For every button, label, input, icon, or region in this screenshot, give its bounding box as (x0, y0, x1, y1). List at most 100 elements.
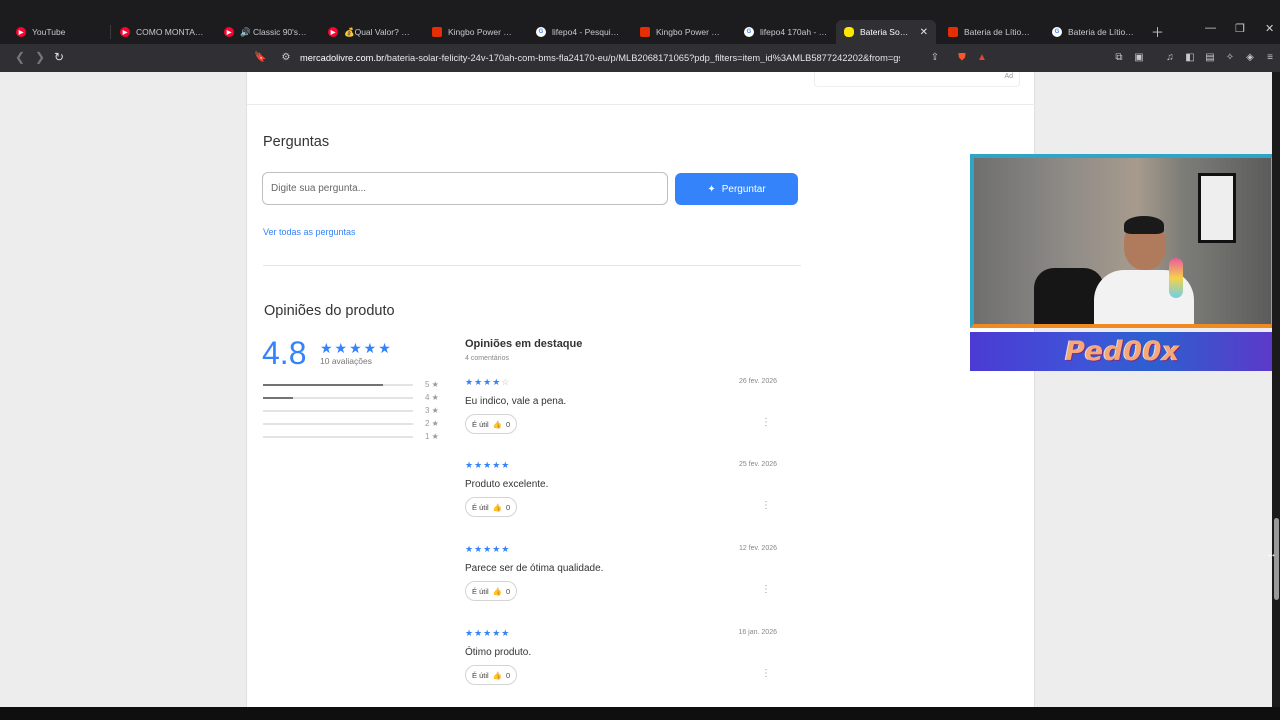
review-item: ★★★★★ 12 fev. 2026 Parece ser de ótima q… (465, 544, 777, 624)
total-reviews: 10 avaliações (320, 356, 372, 366)
useful-button[interactable]: É útil 👍 0 (465, 665, 518, 685)
google-icon: G (744, 27, 754, 37)
menu-icon[interactable]: ≡ (1264, 52, 1276, 64)
extensions-icon[interactable]: ⧉ (1113, 52, 1125, 64)
review-item: ★★★★☆ 26 fev. 2026 Eu indico, vale a pen… (465, 377, 777, 457)
forward-icon[interactable]: ❯ (35, 50, 45, 64)
tab-kingbo-24v[interactable]: Kingbo Power 24V 1 (632, 20, 732, 44)
tab-bateria-litio-1[interactable]: Bateria de Lítio Felic (940, 20, 1040, 44)
distribution-bar (263, 397, 413, 399)
wallet-icon[interactable]: ▤ (1204, 52, 1216, 64)
tab-title: Bateria Solar Lití (860, 27, 910, 37)
useful-button[interactable]: É útil 👍 0 (465, 581, 518, 601)
minimize-icon[interactable]: — (1205, 22, 1216, 34)
aliexpress-icon (432, 27, 442, 37)
aliexpress-icon (948, 27, 958, 37)
useful-button[interactable]: É útil 👍 0 (465, 414, 518, 434)
ask-question-button[interactable]: ✦ Perguntar (675, 173, 798, 205)
mouse-cursor-icon: ↔ (1266, 548, 1277, 560)
more-options-icon[interactable]: ⋮ (761, 668, 771, 679)
more-options-icon[interactable]: ⋮ (761, 417, 771, 428)
more-options-icon[interactable]: ⋮ (761, 500, 771, 511)
site-info-icon[interactable]: ⚙ (280, 52, 292, 64)
restore-icon[interactable]: ❐ (1235, 22, 1245, 35)
distribution-fill (263, 397, 293, 399)
tab-title: Kingbo Power 24V 1 (656, 27, 724, 37)
thumbs-up-icon: 👍 (492, 586, 503, 596)
divider (247, 104, 1036, 105)
tab-youtube[interactable]: ▶ YouTube (8, 20, 108, 44)
url-field[interactable]: ⚙ mercadolivre.com.br/bateria-solar-feli… (276, 47, 930, 69)
useful-button[interactable]: É útil 👍 0 (465, 497, 518, 517)
distribution-label: 4 ★ (425, 393, 439, 402)
featured-reviews-count: 4 comentários (465, 355, 509, 362)
aliexpress-icon (640, 27, 650, 37)
streamer-hair (1124, 216, 1164, 234)
tab-kingbo-12v[interactable]: Kingbo Power 12.8V (424, 20, 524, 44)
tab-title: lifepo4 - Pesquisa G (552, 27, 620, 37)
question-input[interactable] (262, 172, 668, 205)
url-path: /bateria-solar-felicity-24v-170ah-com-bm… (384, 53, 900, 63)
leo-ai-icon[interactable]: ✧ (1224, 52, 1236, 64)
distribution-label: 5 ★ (425, 380, 439, 389)
brave-shield-icon[interactable]: ⛊ (956, 52, 968, 64)
sparkle-icon: ✦ (707, 183, 716, 195)
bookmark-icon[interactable]: 🔖 (254, 52, 266, 64)
thumbs-up-icon: 👍 (492, 502, 503, 512)
youtube-icon: ▶ (224, 27, 234, 37)
tab-title: 🔊 Classic 90's-2000 (240, 26, 308, 37)
youtube-icon: ▶ (328, 27, 338, 37)
microphone (1169, 258, 1183, 298)
useful-label: É útil (472, 502, 489, 512)
back-icon[interactable]: ❮ (15, 50, 25, 64)
tab-bateria-litio-2[interactable]: G Bateria de Lítio Felic (1044, 20, 1144, 44)
review-stars-icon: ★★★★☆ (465, 377, 511, 387)
tab-divider (110, 25, 111, 39)
screenshot-icon[interactable]: ▣ (1133, 52, 1145, 64)
review-text: Produto excelente. (465, 479, 549, 490)
tab-classic-90s[interactable]: ▶ 🔊 Classic 90's-2000 (216, 20, 316, 44)
ask-question-label: Perguntar (721, 183, 766, 195)
url-text[interactable]: mercadolivre.com.br/bateria-solar-felici… (300, 53, 900, 63)
thumbs-up-icon: 👍 (492, 670, 503, 680)
new-tab-button[interactable]: ＋ (1151, 22, 1164, 41)
ad-box[interactable]: Ad (814, 72, 1020, 87)
distribution-bar (263, 423, 413, 425)
tab-lifepo4-search[interactable]: G lifepo4 - Pesquisa G (528, 20, 628, 44)
webcam-overlay (970, 154, 1275, 328)
url-domain: mercadolivre.com.br (300, 53, 385, 63)
useful-label: É útil (472, 670, 489, 680)
music-icon[interactable]: ♫ (1164, 52, 1176, 64)
distribution-label: 3 ★ (425, 406, 439, 415)
review-text: Eu indico, vale a pena. (465, 396, 567, 407)
tab-qual-valor[interactable]: ▶ 💰Qual Valor? KIT C (320, 20, 420, 44)
streamer-banner: Ped00x (970, 332, 1275, 371)
share-icon[interactable]: ⇪ (929, 52, 941, 64)
tab-lifepo4-170ah[interactable]: G lifepo4 170ah - Pesq (736, 20, 836, 44)
useful-label: É útil (472, 419, 489, 429)
see-all-questions-link[interactable]: Ver todas as perguntas (263, 227, 356, 237)
reload-icon[interactable]: ↻ (54, 50, 64, 64)
distribution-bar (263, 384, 413, 386)
brave-rewards-icon[interactable]: ▲ (976, 52, 988, 64)
scrollbar[interactable] (1272, 72, 1280, 707)
close-window-icon[interactable]: ✕ (1265, 22, 1274, 35)
address-bar: ❮ ❯ ↻ 🔖 ⚙ mercadolivre.com.br/bateria-so… (0, 44, 1280, 72)
close-icon[interactable]: ✕ (920, 27, 928, 38)
sidebar-icon[interactable]: ◧ (1184, 52, 1196, 64)
useful-count: 0 (506, 670, 511, 680)
google-icon: G (536, 27, 546, 37)
distribution-label: 2 ★ (425, 419, 439, 428)
distribution-bar (263, 410, 413, 412)
review-date: 25 fev. 2026 (738, 461, 777, 468)
rating-distribution-row: 4 ★ (263, 393, 443, 404)
rating-distribution-row: 2 ★ (263, 419, 443, 430)
review-stars-icon: ★★★★★ (465, 544, 511, 554)
tab-title: YouTube (32, 27, 66, 37)
more-options-icon[interactable]: ⋮ (761, 584, 771, 595)
tab-como-montar[interactable]: ▶ COMO MONTAR UM (112, 20, 212, 44)
rating-distribution-row: 1 ★ (263, 432, 443, 443)
vpn-icon[interactable]: ◈ (1244, 52, 1256, 64)
taskbar-strip (0, 707, 1280, 720)
tab-bateria-solar-active[interactable]: Bateria Solar Lití ✕ (836, 20, 936, 44)
